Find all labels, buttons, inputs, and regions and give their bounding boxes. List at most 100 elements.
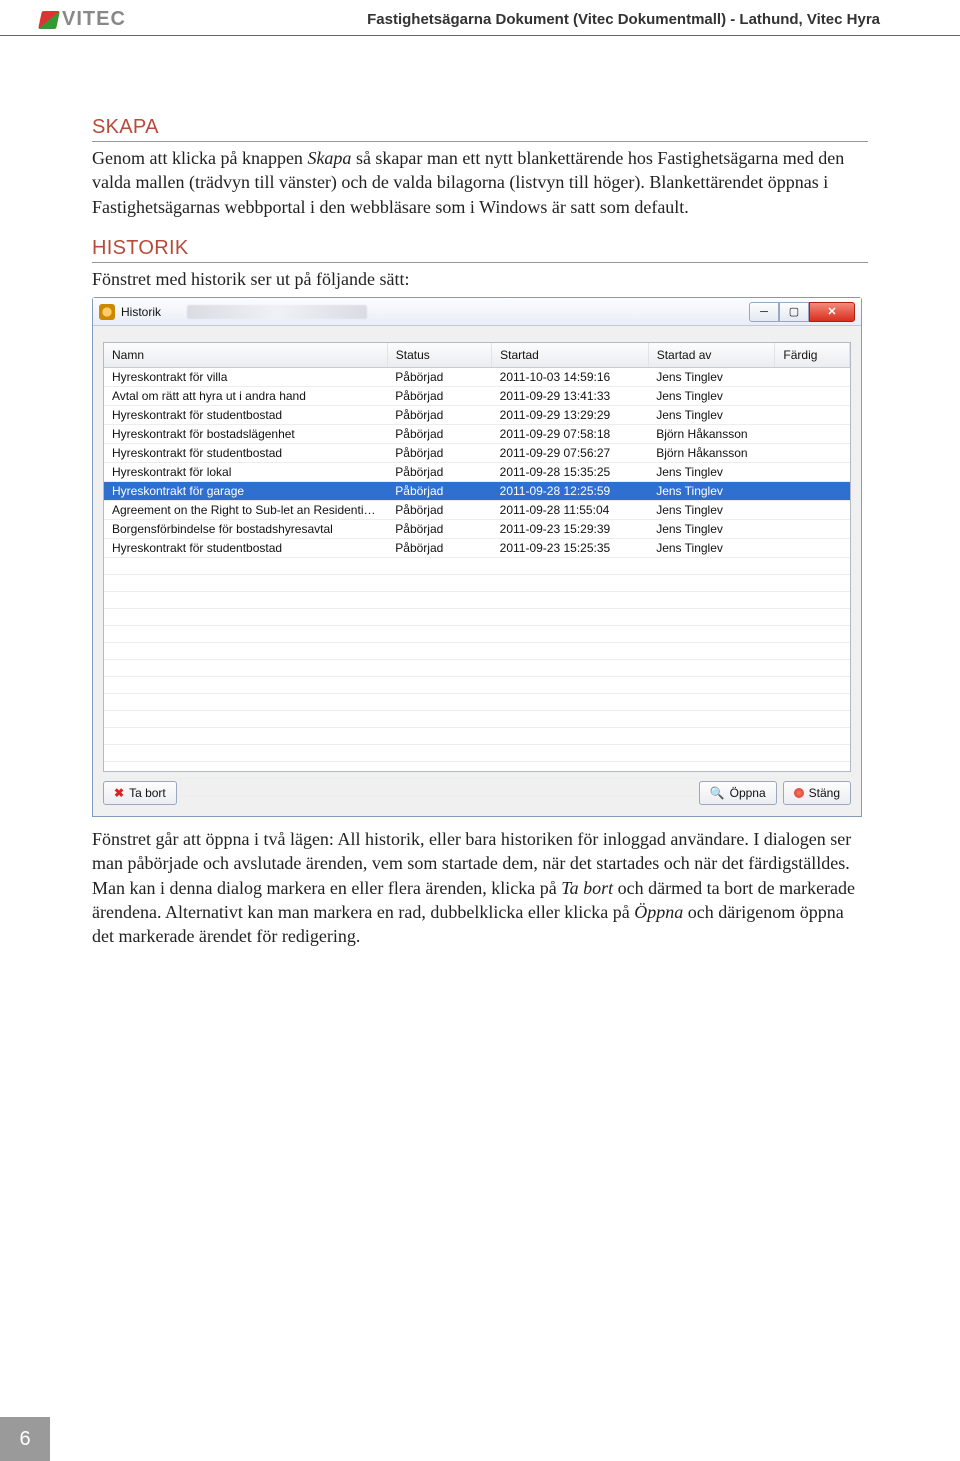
delete-button-label: Ta bort — [129, 786, 166, 800]
cell-name: Hyreskontrakt för lokal — [104, 463, 387, 482]
titlebar-blur-icon — [187, 305, 367, 319]
table-row[interactable]: Hyreskontrakt för garagePåbörjad2011-09-… — [104, 482, 850, 501]
cell-status: Påbörjad — [387, 425, 491, 444]
historik-dialog: Historik ─ ▢ ✕ Namn Status Startad Start — [92, 297, 862, 817]
dialog-footer: ✖ Ta bort 🔍 Öppna Stäng — [103, 778, 851, 808]
table-row[interactable]: Hyreskontrakt för lokalPåbörjad2011-09-2… — [104, 463, 850, 482]
cell-name: Agreement on the Right to Sub-let an Res… — [104, 501, 387, 520]
cell-status: Påbörjad — [387, 463, 491, 482]
cell-started: 2011-09-28 11:55:04 — [492, 501, 649, 520]
logo-text: VITEC — [62, 8, 126, 31]
logo-mark-icon — [38, 11, 60, 29]
cell-status: Påbörjad — [387, 482, 491, 501]
delete-button[interactable]: ✖ Ta bort — [103, 781, 177, 805]
table-row-empty — [104, 558, 850, 575]
table-row-empty — [104, 711, 850, 728]
brand-logo: VITEC — [40, 8, 126, 31]
cell-started: 2011-09-29 07:58:18 — [492, 425, 649, 444]
cell-by: Björn Håkansson — [648, 444, 775, 463]
open-button[interactable]: 🔍 Öppna — [699, 781, 777, 805]
cell-started: 2011-09-29 13:41:33 — [492, 387, 649, 406]
cell-done — [775, 539, 850, 558]
table-row[interactable]: Hyreskontrakt för studentbostadPåbörjad2… — [104, 444, 850, 463]
col-header-name[interactable]: Namn — [104, 343, 387, 368]
cell-by: Jens Tinglev — [648, 368, 775, 387]
table-row-empty — [104, 592, 850, 609]
cell-started: 2011-10-03 14:59:16 — [492, 368, 649, 387]
table-row-empty — [104, 694, 850, 711]
col-header-done[interactable]: Färdig — [775, 343, 850, 368]
cell-started: 2011-09-28 15:35:25 — [492, 463, 649, 482]
window-buttons: ─ ▢ ✕ — [749, 302, 855, 322]
cell-by: Björn Håkansson — [648, 425, 775, 444]
dialog-app-icon — [99, 304, 115, 320]
table-header-row[interactable]: Namn Status Startad Startad av Färdig — [104, 343, 850, 368]
historik-table[interactable]: Namn Status Startad Startad av Färdig Hy… — [104, 343, 850, 796]
cell-done — [775, 387, 850, 406]
table-row-empty — [104, 643, 850, 660]
window-minimize-button[interactable]: ─ — [749, 302, 779, 322]
page-number: 6 — [0, 1417, 50, 1461]
table-row[interactable]: Hyreskontrakt för studentbostadPåbörjad2… — [104, 539, 850, 558]
table-row-empty — [104, 575, 850, 592]
cell-started: 2011-09-29 13:29:29 — [492, 406, 649, 425]
paragraph-skapa: Genom att klicka på knappen Skapa så ska… — [92, 146, 868, 219]
cell-started: 2011-09-23 15:25:35 — [492, 539, 649, 558]
cell-done — [775, 444, 850, 463]
table-row-empty — [104, 660, 850, 677]
delete-x-icon: ✖ — [114, 786, 124, 800]
cell-status: Påbörjad — [387, 501, 491, 520]
stop-icon — [794, 788, 804, 798]
table-row[interactable]: Hyreskontrakt för villaPåbörjad2011-10-0… — [104, 368, 850, 387]
col-header-status[interactable]: Status — [387, 343, 491, 368]
paragraph-historik-intro: Fönstret med historik ser ut på följande… — [92, 267, 868, 291]
cell-done — [775, 501, 850, 520]
cell-done — [775, 406, 850, 425]
cell-status: Påbörjad — [387, 444, 491, 463]
cell-status: Påbörjad — [387, 368, 491, 387]
cell-status: Påbörjad — [387, 406, 491, 425]
heading-historik: HISTORIK — [92, 237, 868, 263]
table-row[interactable]: Avtal om rätt att hyra ut i andra handPå… — [104, 387, 850, 406]
table-row-empty — [104, 626, 850, 643]
dialog-title: Historik — [121, 305, 161, 319]
cell-name: Hyreskontrakt för studentbostad — [104, 406, 387, 425]
cell-started: 2011-09-29 07:56:27 — [492, 444, 649, 463]
historik-table-container: Namn Status Startad Startad av Färdig Hy… — [103, 342, 851, 772]
table-row[interactable]: Hyreskontrakt för studentbostadPåbörjad2… — [104, 406, 850, 425]
cell-by: Jens Tinglev — [648, 463, 775, 482]
col-header-by[interactable]: Startad av — [648, 343, 775, 368]
cell-by: Jens Tinglev — [648, 520, 775, 539]
cell-name: Borgensförbindelse för bostadshyresavtal — [104, 520, 387, 539]
table-row-empty — [104, 728, 850, 745]
heading-skapa: SKAPA — [92, 116, 868, 142]
page-content: SKAPA Genom att klicka på knappen Skapa … — [0, 36, 960, 987]
window-close-button[interactable]: ✕ — [809, 302, 855, 322]
emphasis-oppna: Öppna — [634, 902, 683, 922]
close-button-label: Stäng — [809, 786, 840, 800]
magnifier-icon: 🔍 — [710, 786, 725, 800]
cell-name: Hyreskontrakt för studentbostad — [104, 444, 387, 463]
cell-done — [775, 482, 850, 501]
cell-by: Jens Tinglev — [648, 482, 775, 501]
cell-by: Jens Tinglev — [648, 539, 775, 558]
cell-done — [775, 463, 850, 482]
cell-started: 2011-09-23 15:29:39 — [492, 520, 649, 539]
emphasis-tabort: Ta bort — [561, 878, 613, 898]
col-header-started[interactable]: Startad — [492, 343, 649, 368]
cell-name: Hyreskontrakt för studentbostad — [104, 539, 387, 558]
table-row-empty — [104, 609, 850, 626]
cell-by: Jens Tinglev — [648, 387, 775, 406]
close-button[interactable]: Stäng — [783, 781, 851, 805]
table-row[interactable]: Borgensförbindelse för bostadshyresavtal… — [104, 520, 850, 539]
emphasis-skapa: Skapa — [307, 148, 351, 168]
window-maximize-button[interactable]: ▢ — [779, 302, 809, 322]
cell-started: 2011-09-28 12:25:59 — [492, 482, 649, 501]
table-row[interactable]: Agreement on the Right to Sub-let an Res… — [104, 501, 850, 520]
cell-by: Jens Tinglev — [648, 406, 775, 425]
dialog-titlebar: Historik ─ ▢ ✕ — [93, 298, 861, 326]
table-row[interactable]: Hyreskontrakt för bostadslägenhetPåbörja… — [104, 425, 850, 444]
table-row-empty — [104, 745, 850, 762]
cell-name: Hyreskontrakt för bostadslägenhet — [104, 425, 387, 444]
cell-by: Jens Tinglev — [648, 501, 775, 520]
